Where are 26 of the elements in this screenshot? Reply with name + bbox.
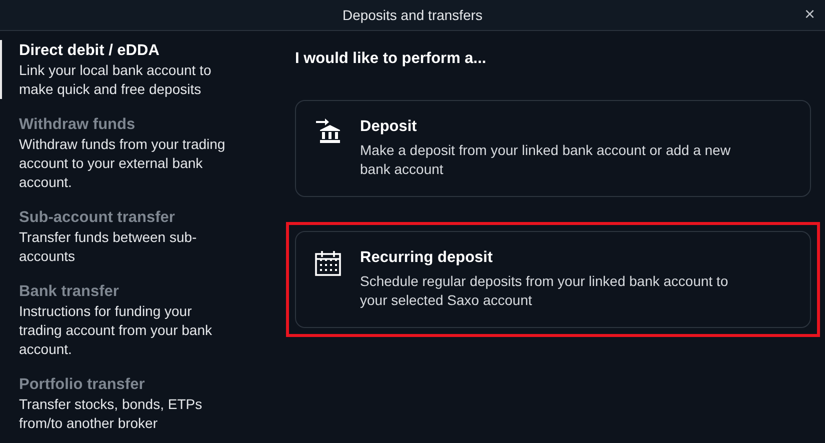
close-button[interactable]: × — [800, 4, 819, 25]
option-title: Deposit — [360, 118, 418, 136]
sidebar-item[interactable]: Withdraw funds Withdraw funds from your trading account to your external bank account. — [0, 114, 268, 192]
sidebar-item[interactable]: Portfolio transfer Transfer stocks, bonds, ETPs from/to another broker — [0, 374, 268, 433]
option-description: Schedule regular deposits from your linked bank account to your selected Saxo account — [360, 272, 730, 310]
option-description: Make a deposit from your linked bank account or add a new bank account — [360, 141, 732, 179]
item-description: Link your local bank account to make quick and free deposits — [19, 61, 212, 99]
item-title: Portfolio transfer — [19, 375, 146, 395]
calendar-icon — [314, 249, 342, 277]
item-title: Withdraw funds — [19, 115, 136, 135]
item-description: Transfer stocks, bonds, ETPs from/to another broker — [19, 395, 204, 433]
sidebar-item[interactable]: Direct debit / eDDA Link your local bank account to make quick and free deposits — [0, 40, 268, 99]
item-description: Transfer funds between sub-accounts — [19, 228, 198, 266]
item-description: Instructions for funding your trading account from your bank account. — [19, 302, 213, 359]
option-card[interactable]: Deposit Make a deposit from your linked bank account or add a new bank account — [295, 100, 811, 197]
section-heading: I would like to perform a... — [295, 50, 488, 68]
bank-arrow-icon — [314, 118, 342, 146]
option-title: Recurring deposit — [360, 249, 494, 267]
item-description: Withdraw funds from your trading account to your external bank account. — [19, 135, 226, 192]
window-title: Deposits and transfers — [342, 7, 483, 23]
item-title: Bank transfer — [19, 282, 120, 302]
item-title: Direct debit / eDDA — [19, 41, 160, 61]
sidebar-item[interactable]: Sub-account transfer Transfer funds between sub-accounts — [0, 207, 268, 266]
sidebar-item[interactable]: Bank transfer Instructions for funding your trading account from your bank account. — [0, 281, 268, 359]
option-card[interactable]: Recurring deposit Schedule regular deposits from your linked bank account to your selected Saxo account — [295, 231, 811, 328]
item-title: Sub-account transfer — [19, 208, 176, 228]
